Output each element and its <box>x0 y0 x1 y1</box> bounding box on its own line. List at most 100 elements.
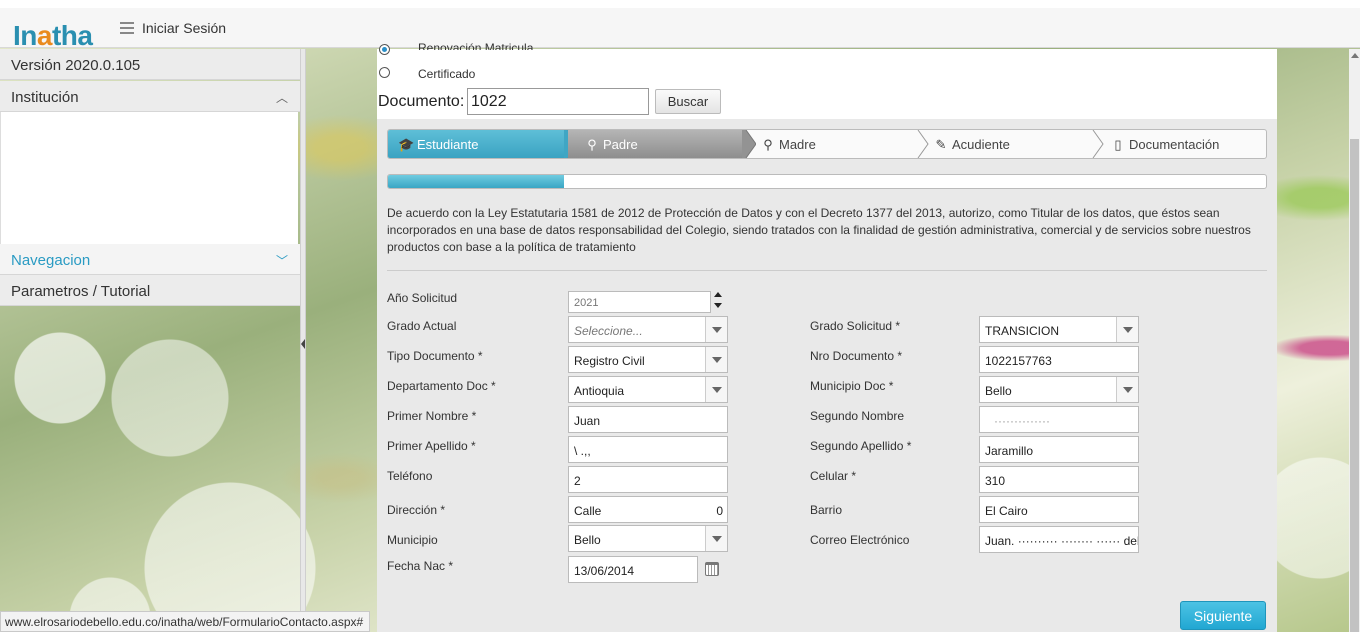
spinner-up-icon[interactable] <box>714 292 722 297</box>
collapse-arrow-icon[interactable] <box>301 339 305 349</box>
sidebar: Versión 2020.0.105 Institución ︿ Navegac… <box>0 49 300 306</box>
sidebar-item-parametros[interactable]: Parametros / Tutorial <box>0 275 300 306</box>
primer-nombre-label: Primer Nombre * <box>387 409 477 423</box>
municipio-doc-label: Municipio Doc * <box>810 379 894 393</box>
sidebar-splitter[interactable] <box>300 49 306 632</box>
progress-fill <box>388 175 564 188</box>
sidebar-item-label: Institución <box>11 89 79 106</box>
segundo-apellido-input[interactable]: Jaramillo <box>979 436 1139 463</box>
radio-certificado-label: Certificado <box>418 67 476 81</box>
step-label: Acudiente <box>952 137 1010 152</box>
grado-actual-select[interactable]: Seleccione... <box>568 316 728 343</box>
page-scrollbar[interactable] <box>1349 49 1360 632</box>
dropdown-arrow-icon[interactable] <box>705 317 727 342</box>
calendar-icon[interactable] <box>705 562 719 576</box>
radio-renovacion[interactable] <box>379 44 390 55</box>
documento-input[interactable] <box>467 88 649 115</box>
step-estudiante[interactable]: 🎓 Estudiante <box>388 130 568 158</box>
graduate-icon: 🎓 <box>398 137 415 152</box>
step-separator <box>917 130 929 158</box>
primer-apellido-label: Primer Apellido * <box>387 439 476 453</box>
municipio-label: Municipio <box>387 533 438 547</box>
tipo-documento-label: Tipo Documento * <box>387 349 483 363</box>
direccion-label: Dirección * <box>387 503 446 517</box>
select-value: Registro Civil <box>574 354 645 368</box>
fecha-nac-input[interactable]: 13/06/2014 <box>568 556 698 583</box>
scroll-up-icon[interactable] <box>1351 53 1359 58</box>
sidebar-item-navegacion[interactable]: Navegacion ﹀ <box>0 244 300 275</box>
sidebar-item-label: Parametros / Tutorial <box>11 283 151 300</box>
top-header: Inatha Iniciar Sesión <box>0 0 1360 51</box>
barrio-input[interactable]: El Cairo <box>979 496 1139 523</box>
step-madre[interactable]: ⚲ Madre <box>758 130 816 158</box>
main-form-area <box>377 119 1277 632</box>
dropdown-arrow-icon[interactable] <box>705 347 727 372</box>
segundo-apellido-label: Segundo Apellido * <box>810 439 912 453</box>
telefono-label: Teléfono <box>387 469 433 483</box>
step-acudiente[interactable]: ✎ Acudiente <box>933 130 1010 158</box>
step-documentacion[interactable]: ▯ Documentación <box>1110 130 1219 158</box>
sidebar-item-institucion[interactable]: Institución ︿ <box>0 81 300 112</box>
segundo-nombre-input[interactable]: ·············· <box>979 406 1139 433</box>
select-value: Bello <box>574 533 601 547</box>
anio-solicitud-input[interactable]: 2021 <box>568 291 711 313</box>
grado-solicitud-select[interactable]: TRANSICION <box>979 316 1139 343</box>
municipio-select[interactable]: Bello <box>568 525 728 552</box>
scroll-thumb[interactable] <box>1350 139 1359 632</box>
celular-input[interactable]: 310 <box>979 466 1139 493</box>
step-padre[interactable]: ⚲ Padre <box>568 130 746 158</box>
fecha-nac-label: Fecha Nac * <box>387 559 454 573</box>
data-protection-notice: De acuerdo con la Ley Estatutaria 1581 d… <box>387 206 1251 254</box>
nro-documento-input[interactable]: 1022157763 <box>979 346 1139 373</box>
telefono-input[interactable]: 2 <box>568 466 728 493</box>
barrio-label: Barrio <box>810 503 843 517</box>
dropdown-arrow-icon[interactable] <box>1116 377 1138 402</box>
logo-text-suffix: tha <box>51 20 93 51</box>
step-label: Padre <box>603 137 638 152</box>
buscar-button[interactable]: Buscar <box>655 89 721 114</box>
dropdown-arrow-icon[interactable] <box>1116 317 1138 342</box>
divider <box>387 270 1267 271</box>
direccion-input[interactable]: Calle 0 <box>568 496 728 523</box>
correo-input[interactable]: Juan. ·········· ········ ······ debe <box>979 526 1139 553</box>
spinner-down-icon[interactable] <box>714 303 722 308</box>
select-value: Seleccione... <box>574 324 643 338</box>
logo-text-prefix: In <box>13 20 37 51</box>
direccion-value-tail: 0 <box>716 504 723 518</box>
status-bar-url: www.elrosariodebello.edu.co/inatha/web/F… <box>0 611 370 632</box>
tipo-documento-select[interactable]: Registro Civil <box>568 346 728 373</box>
chevron-down-icon: ﹀ <box>275 254 288 268</box>
grado-actual-label: Grado Actual <box>387 319 457 333</box>
chevron-up-icon: ︿ <box>275 91 288 105</box>
dropdown-arrow-icon[interactable] <box>705 377 727 402</box>
nro-documento-label: Nro Documento * <box>810 349 903 363</box>
anio-solicitud-label: Año Solicitud <box>387 291 458 305</box>
select-value: Antioquia <box>574 384 625 398</box>
dropdown-arrow-icon[interactable] <box>705 526 727 551</box>
pencil-icon: ✎ <box>935 137 947 152</box>
sidebar-item-label: Navegacion <box>11 252 91 269</box>
institucion-panel <box>0 112 298 246</box>
wizard-progress-bar <box>387 174 1267 189</box>
step-label: Estudiante <box>417 137 479 152</box>
document-icon: ▯ <box>1114 137 1122 152</box>
wizard-steps: 🎓 Estudiante ⚲ Padre ⚲ Madre ✎ Acudiente ▯ Do… <box>387 129 1267 159</box>
user-icon: ⚲ <box>763 137 773 152</box>
primer-nombre-input[interactable]: Juan <box>568 406 728 433</box>
municipio-doc-select[interactable]: Bello <box>979 376 1139 403</box>
primer-apellido-input[interactable]: \ .,, <box>568 436 728 463</box>
departamento-doc-select[interactable]: Antioquia <box>568 376 728 403</box>
hamburger-menu-icon[interactable] <box>120 22 134 34</box>
user-icon: ⚲ <box>587 137 597 152</box>
step-separator <box>1092 130 1104 158</box>
select-value: Bello <box>985 384 1012 398</box>
year-spinner[interactable] <box>713 292 723 310</box>
siguiente-button[interactable]: Siguiente <box>1180 601 1266 630</box>
grado-solicitud-label: Grado Solicitud * <box>810 319 901 333</box>
segundo-nombre-label: Segundo Nombre <box>810 409 905 423</box>
login-link[interactable]: Iniciar Sesión <box>142 20 226 36</box>
inatha-logo[interactable]: Inatha <box>13 20 93 52</box>
direccion-value: Calle <box>574 504 602 518</box>
radio-certificado[interactable] <box>379 67 390 78</box>
celular-label: Celular * <box>810 469 857 483</box>
